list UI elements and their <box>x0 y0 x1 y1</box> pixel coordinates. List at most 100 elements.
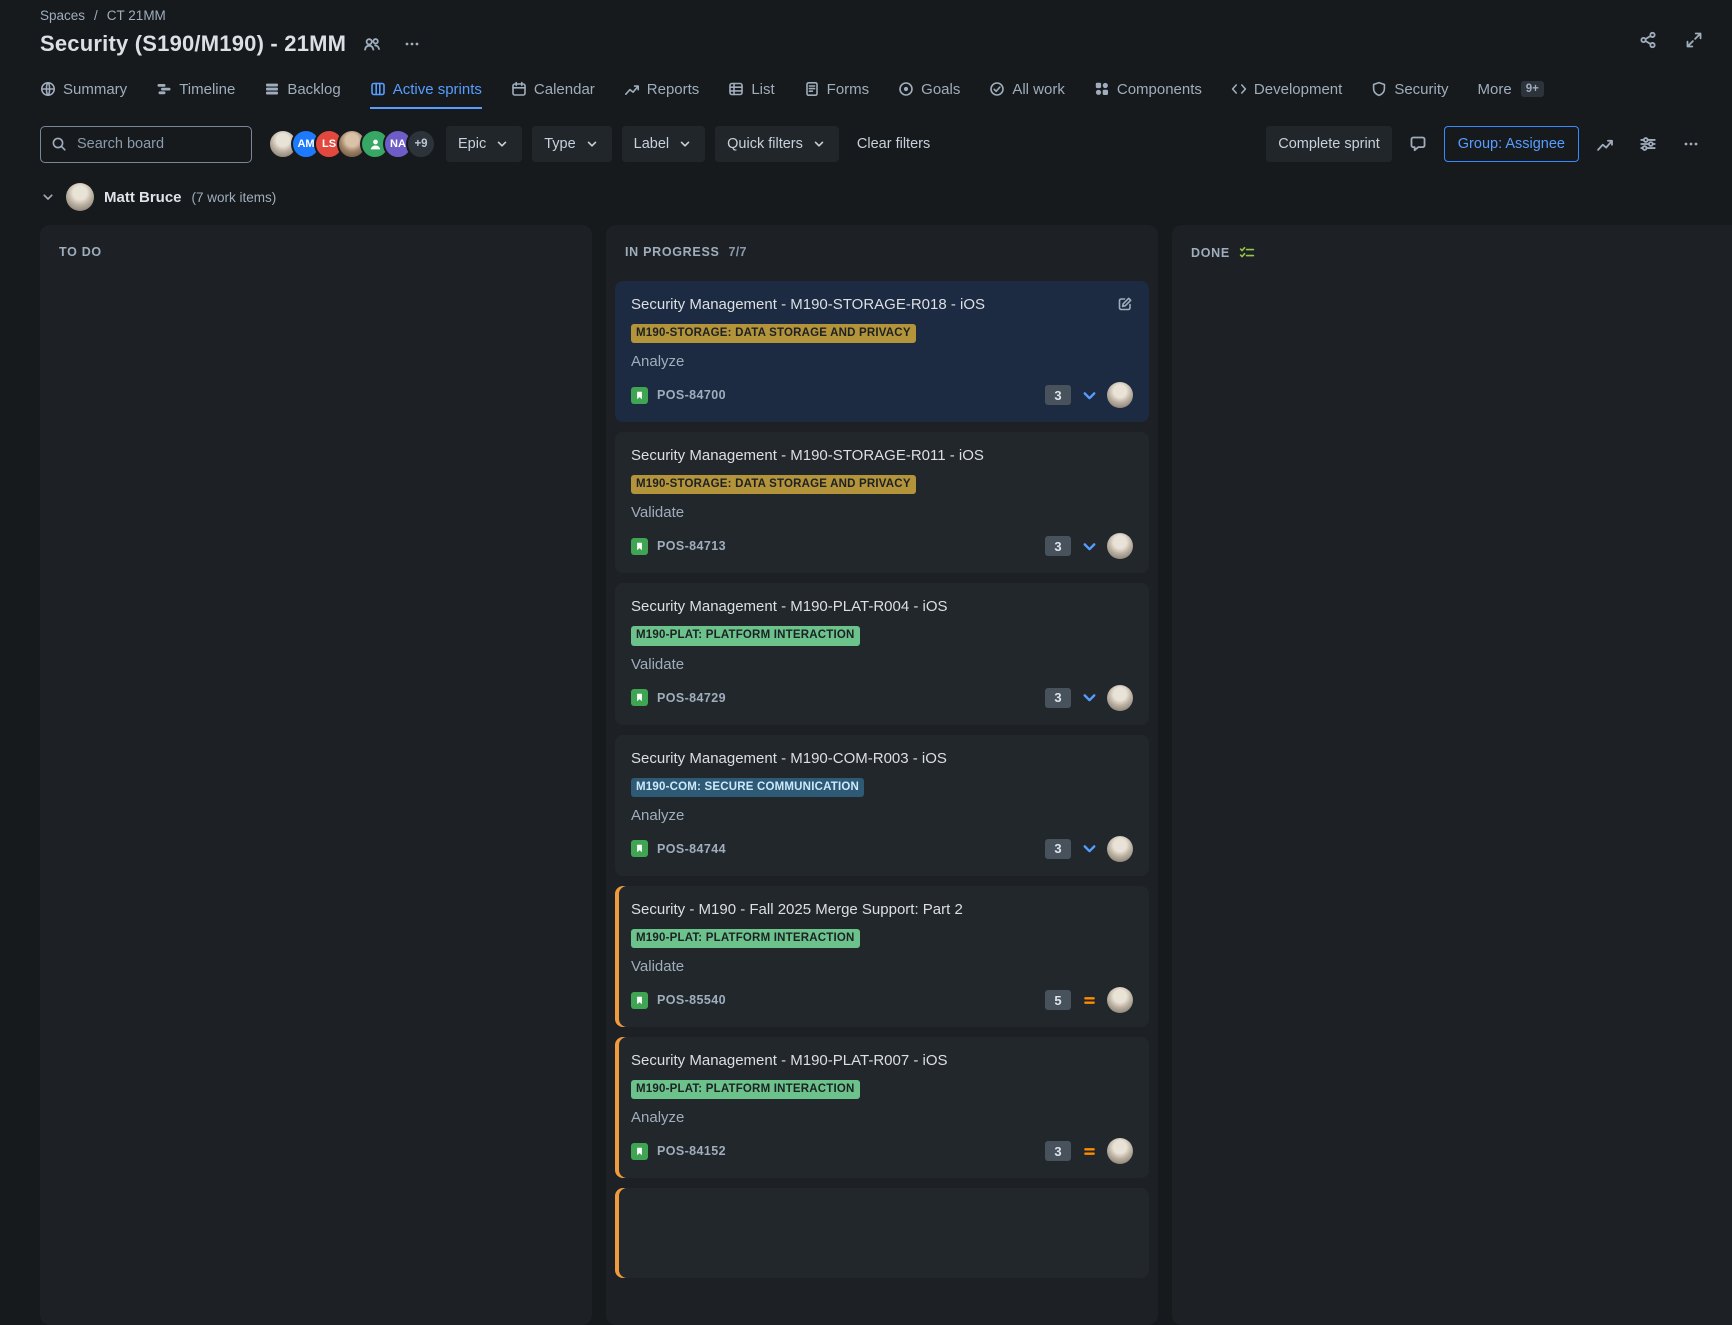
board-toolbar: AM LS NA +9 Epic Type Label Quick filter… <box>0 125 1732 163</box>
chart-icon <box>624 81 640 97</box>
column-todo: TO DO <box>40 225 592 1325</box>
card-status: Validate <box>631 656 1133 673</box>
collapse-group-icon[interactable] <box>40 189 56 205</box>
tab-components[interactable]: Components <box>1094 71 1202 109</box>
clear-filters-button[interactable]: Clear filters <box>849 136 938 152</box>
card-title: Security Management - M190-PLAT-R004 - i… <box>631 596 948 617</box>
story-type-icon <box>631 387 648 404</box>
search-input[interactable] <box>75 135 241 153</box>
code-icon <box>1231 81 1247 97</box>
column-title: IN PROGRESS <box>625 245 720 259</box>
board-card[interactable]: Security - M190 - Fall 2025 Merge Suppor… <box>615 886 1149 1027</box>
tab-more[interactable]: More 9+ <box>1478 71 1544 109</box>
tab-label: Summary <box>63 81 127 98</box>
estimate-badge: 5 <box>1045 990 1071 1010</box>
shield-icon <box>1371 81 1387 97</box>
expand-icon[interactable] <box>1680 26 1708 54</box>
story-type-icon <box>631 992 648 1009</box>
tab-label: Forms <box>827 81 870 98</box>
tab-label: Timeline <box>179 81 235 98</box>
assignee-avatar[interactable] <box>1107 382 1133 408</box>
breadcrumb-separator: / <box>94 8 98 23</box>
page-title: Security (S190/M190) - 21MM <box>40 31 346 57</box>
story-type-icon <box>631 1143 648 1160</box>
tab-summary[interactable]: Summary <box>40 71 127 109</box>
card-title: Security Management - M190-COM-R003 - iO… <box>631 748 947 769</box>
story-type-icon <box>631 840 648 857</box>
card-status: Validate <box>631 958 1133 975</box>
board-card[interactable]: Security Management - M190-STORAGE-R011 … <box>615 432 1149 573</box>
share-icon[interactable] <box>1634 26 1662 54</box>
group-assignee-name: Matt Bruce <box>104 189 182 206</box>
tab-timeline[interactable]: Timeline <box>156 71 235 109</box>
tab-security[interactable]: Security <box>1371 71 1448 109</box>
assignee-avatar[interactable] <box>1107 1138 1133 1164</box>
breadcrumb-spaces[interactable]: Spaces <box>40 8 85 23</box>
assignee-avatar[interactable] <box>1107 836 1133 862</box>
edit-summary-icon[interactable] <box>1117 296 1133 312</box>
sprint-board: TO DO IN PROGRESS 7/7 Security Managemen… <box>0 225 1732 1325</box>
feedback-icon[interactable] <box>1401 127 1435 161</box>
view-settings-icon[interactable] <box>1631 127 1665 161</box>
group-work-item-count: (7 work items) <box>192 190 277 205</box>
page-header: Spaces / CT 21MM Security (S190/M190) - … <box>0 0 1732 58</box>
tab-reports[interactable]: Reports <box>624 71 700 109</box>
issue-key: POS-84700 <box>657 388 726 402</box>
quick-filters-dropdown[interactable]: Quick filters <box>715 126 839 162</box>
complete-sprint-button[interactable]: Complete sprint <box>1266 126 1392 162</box>
globe-icon <box>40 81 56 97</box>
label-badge: M190-COM: SECURE COMMUNICATION <box>631 778 864 797</box>
epic-filter-dropdown[interactable]: Epic <box>446 126 522 162</box>
chevron-down-icon <box>584 136 600 152</box>
issue-key: POS-84713 <box>657 539 726 553</box>
issue-key: POS-85540 <box>657 993 726 1007</box>
board-card[interactable]: Security Management - M190-COM-R003 - iO… <box>615 735 1149 876</box>
chevron-down-icon <box>494 136 510 152</box>
done-checklist-icon <box>1239 245 1255 261</box>
estimate-badge: 3 <box>1045 688 1071 708</box>
tab-list[interactable]: List <box>728 71 774 109</box>
tab-development[interactable]: Development <box>1231 71 1342 109</box>
tab-label: Backlog <box>287 81 340 98</box>
board-card[interactable]: Security Management - M190-PLAT-R004 - i… <box>615 583 1149 724</box>
tab-forms[interactable]: Forms <box>804 71 870 109</box>
group-by-assignee-button[interactable]: Group: Assignee <box>1444 126 1579 162</box>
board-card[interactable]: Security Management - M190-STORAGE-R018 … <box>615 281 1149 422</box>
type-filter-dropdown[interactable]: Type <box>532 126 611 162</box>
team-icon[interactable] <box>358 30 386 58</box>
label-badge: M190-PLAT: PLATFORM INTERACTION <box>631 626 860 645</box>
board-more-icon[interactable] <box>1674 127 1708 161</box>
tab-all-work[interactable]: All work <box>989 71 1065 109</box>
avatar-overflow-count: +9 <box>414 138 427 150</box>
card-title: Security Management - M190-STORAGE-R011 … <box>631 445 984 466</box>
story-type-icon <box>631 689 648 706</box>
assignee-avatar[interactable] <box>1107 533 1133 559</box>
assignee-avatar[interactable] <box>1107 987 1133 1013</box>
tab-goals[interactable]: Goals <box>898 71 960 109</box>
avatar-overflow[interactable]: +9 <box>406 129 436 159</box>
avatar-initials: NA <box>390 138 406 150</box>
chevron-down-icon <box>811 136 827 152</box>
priority-low-icon <box>1080 537 1098 555</box>
dropdown-label: Quick filters <box>727 136 803 152</box>
priority-medium-icon <box>1080 1142 1098 1160</box>
assignee-avatar[interactable] <box>1107 685 1133 711</box>
column-title: TO DO <box>59 245 102 259</box>
board-card[interactable] <box>615 1188 1149 1278</box>
label-filter-dropdown[interactable]: Label <box>622 126 705 162</box>
board-card[interactable]: Security Management - M190-PLAT-R007 - i… <box>615 1037 1149 1178</box>
story-type-icon <box>631 538 648 555</box>
issue-key: POS-84744 <box>657 842 726 856</box>
tab-calendar[interactable]: Calendar <box>511 71 595 109</box>
tab-label: Reports <box>647 81 700 98</box>
tab-active-sprints[interactable]: Active sprints <box>370 71 482 109</box>
breadcrumb-project[interactable]: CT 21MM <box>107 8 166 23</box>
priority-low-icon <box>1080 386 1098 404</box>
tab-backlog[interactable]: Backlog <box>264 71 340 109</box>
issue-key: POS-84729 <box>657 691 726 705</box>
project-tabs: Summary Timeline Backlog Active sprints … <box>0 71 1732 109</box>
insights-icon[interactable] <box>1588 127 1622 161</box>
assignee-avatar-stack: AM LS NA +9 <box>268 129 436 159</box>
title-more-icon[interactable] <box>398 30 426 58</box>
components-icon <box>1094 81 1110 97</box>
